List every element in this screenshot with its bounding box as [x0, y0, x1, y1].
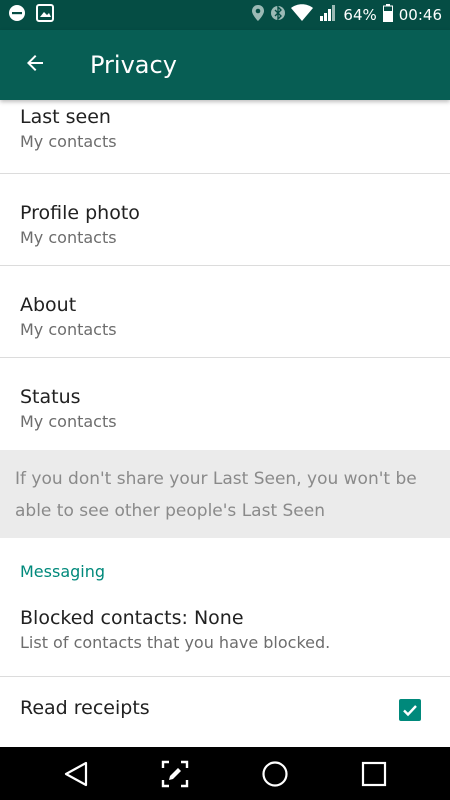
- page-title: Privacy: [90, 51, 177, 79]
- system-nav-bar: [0, 747, 450, 800]
- nav-recents-button[interactable]: [344, 747, 404, 800]
- setting-label: Status: [20, 386, 81, 408]
- check-icon: [403, 705, 417, 717]
- clock: 00:46: [398, 6, 442, 24]
- arrow-back-icon: [23, 51, 47, 79]
- nav-home-button[interactable]: [245, 747, 305, 800]
- recents-square-icon: [361, 761, 387, 786]
- setting-label: About: [20, 294, 77, 316]
- back-button[interactable]: [0, 30, 70, 100]
- privacy-settings-list: Last seen My contacts Profile photo My c…: [0, 100, 450, 747]
- last-seen-setting[interactable]: Last seen My contacts: [0, 100, 450, 174]
- screenshot-edit-icon: [161, 760, 189, 787]
- setting-label: Last seen: [20, 106, 111, 128]
- setting-label: Read receipts: [20, 697, 150, 719]
- location-icon: [251, 4, 265, 26]
- wifi-icon: [291, 4, 314, 26]
- setting-value: My contacts: [20, 412, 117, 431]
- setting-value: My contacts: [20, 132, 117, 151]
- setting-value: My contacts: [20, 320, 117, 339]
- about-setting[interactable]: About My contacts: [0, 266, 450, 358]
- setting-label: Blocked contacts: None: [20, 607, 244, 629]
- minus-circle-icon: [8, 4, 26, 26]
- setting-label: Profile photo: [20, 202, 140, 224]
- status-bar: 64% 00:46: [0, 0, 450, 30]
- status-setting[interactable]: Status My contacts: [0, 358, 450, 450]
- nav-back-button[interactable]: [46, 747, 106, 800]
- profile-photo-setting[interactable]: Profile photo My contacts: [0, 174, 450, 266]
- blocked-contacts-setting[interactable]: Blocked contacts: None List of contacts …: [0, 585, 450, 677]
- app-bar: Privacy: [0, 30, 450, 100]
- read-receipts-checkbox[interactable]: [399, 699, 421, 721]
- home-circle-icon: [262, 760, 288, 787]
- back-triangle-icon: [64, 761, 88, 786]
- messaging-section-header: Messaging: [20, 562, 106, 581]
- setting-description: List of contacts that you have blocked.: [20, 633, 331, 652]
- bluetooth-icon: [271, 4, 286, 26]
- last-seen-info-note: If you don't share your Last Seen, you w…: [0, 450, 450, 538]
- setting-value: My contacts: [20, 228, 117, 247]
- nav-screenshot-edit-button[interactable]: [145, 747, 205, 800]
- battery-percent: 64%: [343, 6, 377, 24]
- image-icon: [36, 4, 54, 26]
- read-receipts-setting[interactable]: Read receipts: [0, 677, 450, 747]
- battery-icon: [382, 4, 393, 26]
- signal-icon: [319, 4, 337, 26]
